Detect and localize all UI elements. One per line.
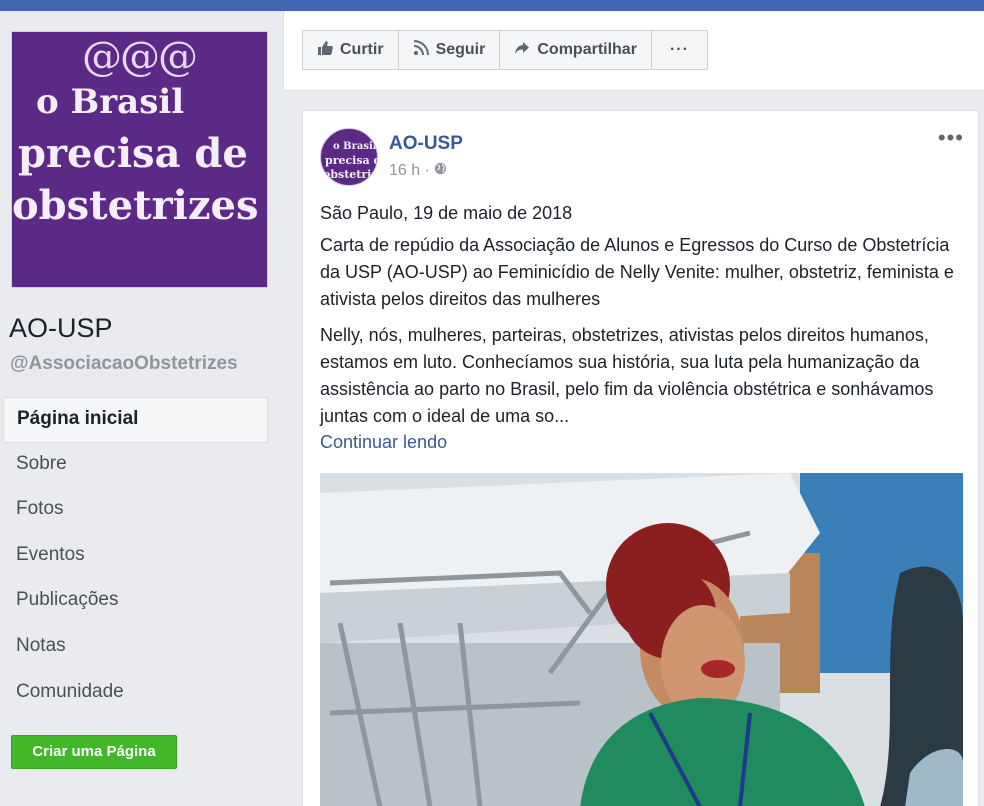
share-button[interactable]: Compartilhar [500,31,652,69]
more-options-button[interactable]: ··· [652,31,707,69]
nav-item-notes[interactable]: Notas [3,625,268,671]
continue-reading-link[interactable]: Continuar lendo [320,432,447,453]
cover-text-line-1: o Brasil [36,82,185,122]
page-sidebar: @@@ o Brasil precisa de obstetrizes AO-U… [0,11,282,806]
page-nav-menu: Página inicial Sobre Fotos Eventos Publi… [3,397,268,716]
post-card: o Brasil precisa de obstetrizes AO-USP 1… [302,110,979,806]
nav-item-about[interactable]: Sobre [3,443,268,489]
avatar-text-line-3: obstetrizes [323,168,378,181]
page-action-bar: Curtir Seguir Compartilhar ··· [302,30,708,70]
share-arrow-icon [514,40,530,61]
nav-item-posts[interactable]: Publicações [3,579,268,625]
nav-item-community[interactable]: Comunidade [3,671,268,717]
share-label: Compartilhar [537,41,637,58]
nav-item-events[interactable]: Eventos [3,534,268,580]
like-label: Curtir [340,41,384,58]
page-title[interactable]: AO-USP [9,313,113,344]
post-text-body: Nelly, nós, mulheres, parteiras, obstetr… [320,325,934,426]
nav-item-photos[interactable]: Fotos [3,488,268,534]
page-action-card: Curtir Seguir Compartilhar ··· [283,11,984,91]
post-author-link[interactable]: AO-USP [389,133,463,155]
nav-item-home[interactable]: Página inicial [3,397,268,443]
cover-text-line-2: precisa de [18,130,248,177]
follow-label: Seguir [435,41,486,58]
cover-text-line-3: obstetrizes [12,182,259,229]
swirl-decoration: @@@ [82,34,198,80]
follow-button[interactable]: Seguir [399,31,501,69]
post-options-button[interactable]: ••• [938,125,964,151]
page-username[interactable]: @AssociacaoObstetrizes [10,353,238,375]
avatar-text-line-1: o Brasil [333,141,377,152]
avatar[interactable]: o Brasil precisa de obstetrizes [320,128,378,186]
profile-picture[interactable]: @@@ o Brasil precisa de obstetrizes [11,31,268,288]
thumbs-up-icon [317,40,333,61]
rss-icon [413,39,429,61]
post-photo[interactable] [320,473,963,806]
top-navigation-bar [0,0,984,11]
create-page-button[interactable]: Criar uma Página [11,735,177,769]
post-text-title: Carta de repúdio da Associação de Alunos… [320,235,954,309]
post-timestamp[interactable]: 16 h · [389,162,447,180]
globe-icon [434,162,447,178]
like-button[interactable]: Curtir [303,31,399,69]
post-text-date: São Paulo, 19 de maio de 2018 [320,203,573,223]
avatar-text-line-2: precisa de [325,154,377,167]
post-time: 16 h · [389,162,430,179]
